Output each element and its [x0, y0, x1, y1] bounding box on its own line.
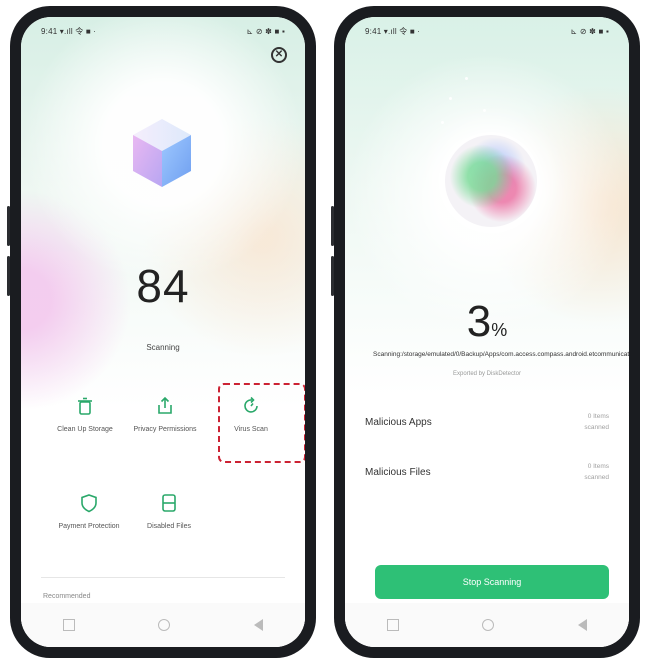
status-bar: 9:41 ▾.ıll 令 ■ · ⊾ ⊘ ✽ ■ ▪ [41, 25, 285, 37]
back-icon[interactable] [254, 619, 264, 631]
volume-button [331, 206, 334, 246]
home-icon[interactable] [482, 619, 495, 631]
sparkle [449, 97, 452, 100]
home-icon[interactable] [158, 619, 171, 631]
result-row-malicious-apps: Malicious Apps 0 Items scanned [365, 409, 609, 439]
result-row-malicious-files: Malicious Files 0 Items scanned [365, 459, 609, 489]
stop-scanning-button[interactable]: Stop Scanning [375, 565, 609, 599]
security-cube-icon [133, 119, 191, 187]
sparkle [465, 77, 468, 80]
scan-progress: 3% [345, 297, 629, 347]
tool-label: Clean Up Storage [57, 426, 113, 433]
phone-left: 9:41 ▾.ıll 令 ■ · ⊾ ⊘ ✽ ■ ▪ ✕ 84 Scanning [7, 6, 316, 658]
result-status-line: scanned [584, 424, 609, 431]
sparkle [483, 109, 486, 112]
tool-privacy-permissions[interactable]: Privacy Permissions [125, 395, 205, 434]
close-icon[interactable]: ✕ [271, 47, 287, 63]
recommended-label: Recommended [43, 593, 91, 600]
score-caption: Scanning [146, 343, 180, 352]
tool-clean-up-storage[interactable]: Clean Up Storage [45, 395, 125, 434]
status-right: ⊾ ⊘ ✽ ■ ▪ [570, 26, 609, 36]
back-icon[interactable] [578, 619, 588, 631]
status-right: ⊾ ⊘ ✽ ■ ▪ [246, 26, 285, 36]
result-status-line: scanned [584, 474, 609, 481]
navigation-bar [345, 603, 629, 647]
status-left: 9:41 ▾.ıll 令 ■ · [365, 26, 421, 36]
tool-payment-protection[interactable]: Payment Protection [49, 492, 129, 531]
tool-label: Privacy Permissions [133, 426, 197, 433]
phone-right: 9:41 ▾.ıll 令 ■ · ⊾ ⊘ ✽ ■ ▪ 3% Scanning:/… [331, 6, 640, 658]
tool-disabled-files[interactable]: Disabled Files [129, 492, 209, 531]
status-left: 9:41 ▾.ıll 令 ■ · [41, 26, 97, 36]
result-status-line: 0 Items [587, 413, 609, 420]
scan-percent-value: 3 [466, 297, 492, 346]
trash-icon [78, 397, 92, 415]
phone-screen-left: 9:41 ▾.ıll 令 ■ · ⊾ ⊘ ✽ ■ ▪ ✕ 84 Scanning [21, 17, 305, 647]
phone-screen-right: 9:41 ▾.ıll 令 ■ · ⊾ ⊘ ✽ ■ ▪ 3% Scanning:/… [345, 17, 629, 647]
result-status-line: 0 Items [587, 463, 609, 470]
scan-percent-sign: % [491, 320, 508, 340]
tool-label: Payment Protection [58, 523, 120, 530]
tablet-icon [162, 494, 176, 512]
scan-orb [445, 135, 537, 227]
result-label: Malicious Files [365, 467, 431, 478]
scanning-path-text: Scanning:/storage/emulated/0/Backup/Apps… [373, 351, 629, 358]
recents-icon[interactable] [386, 619, 399, 631]
shield-icon [81, 494, 97, 513]
sparkle [441, 121, 444, 124]
screen-background [21, 17, 305, 647]
share-icon [158, 396, 172, 414]
divider [41, 577, 285, 578]
volume-button [7, 206, 10, 246]
scanning-subtext: Exported by DiskDetector [452, 371, 522, 377]
navigation-bar [21, 603, 305, 647]
result-label: Malicious Apps [365, 417, 432, 428]
result-status: 0 Items scanned [584, 461, 609, 483]
recents-icon[interactable] [62, 619, 75, 631]
security-score: 84 [136, 260, 190, 312]
result-status: 0 Items scanned [584, 411, 609, 433]
volume-button [7, 256, 10, 296]
tool-label: Disabled Files [147, 523, 191, 530]
volume-button [331, 256, 334, 296]
status-bar: 9:41 ▾.ıll 令 ■ · ⊾ ⊘ ✽ ■ ▪ [365, 25, 609, 37]
virus-scan-highlight [218, 383, 305, 463]
